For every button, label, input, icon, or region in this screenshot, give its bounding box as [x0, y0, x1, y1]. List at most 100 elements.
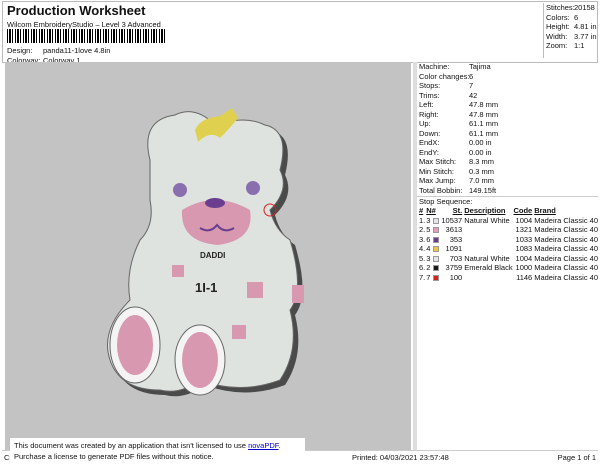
stop-num: 4.	[419, 244, 426, 253]
stop-sequence-table: # N# St. Description Code Brand 1. 3 105…	[419, 206, 598, 282]
needle: 2	[426, 263, 431, 272]
info-value: 6	[469, 71, 474, 81]
info-value: 47.8 mm	[469, 100, 499, 109]
code: 1146	[516, 272, 533, 282]
info-row: Left: 47.8 mm	[417, 100, 598, 110]
needle-cell: 4	[426, 244, 440, 254]
info-row: Max Jump: 7.0 mm	[417, 176, 598, 186]
info-value: 0.3 mm	[469, 166, 495, 176]
software-name: Wilcom EmbroideryStudio – Level 3 Advanc…	[7, 20, 161, 29]
info-row: Max Stitch: 8.3 mm	[417, 157, 598, 167]
info-value: 8.3 mm	[469, 157, 495, 166]
table-row: 7. 7 100 1146 Madeira Classic 40	[419, 273, 598, 283]
color-swatch	[432, 274, 439, 281]
svg-text:DADDI: DADDI	[200, 251, 225, 260]
code: 1004	[515, 253, 533, 263]
description: Natural White	[464, 253, 510, 263]
stitches: 1091	[445, 244, 463, 253]
barcode	[7, 29, 167, 43]
description: Emerald Black	[464, 263, 513, 272]
worksheet-header: Production Worksheet Wilcom EmbroiderySt…	[2, 1, 600, 65]
info-row: EndY: 0.00 in	[417, 148, 598, 158]
stop-num: 3.	[419, 234, 426, 244]
code: 1321	[515, 225, 533, 234]
table-row: 2. 5 3613 1321 Madeira Classic 40	[419, 225, 598, 235]
page-title: Production Worksheet	[7, 3, 146, 18]
info-value: 7	[469, 81, 474, 90]
design-label: Design:	[7, 46, 33, 55]
description: Natural White	[464, 215, 510, 225]
brand: Madeira Classic 40	[534, 253, 598, 263]
color-swatch	[432, 227, 439, 234]
stitches: 3759	[445, 263, 463, 272]
brand: Madeira Classic 40	[534, 225, 598, 234]
needle: 7	[426, 272, 431, 282]
needle: 4	[426, 244, 431, 253]
printed-date: Printed: 04/03/2021 23:57:48	[352, 453, 449, 462]
info-row: Height: 4.81 in	[544, 22, 600, 32]
needle: 3	[426, 253, 431, 263]
table-row: 3. 6 353 1033 Madeira Classic 40	[419, 235, 598, 245]
info-label: Machine:	[419, 62, 450, 71]
teddy-bear-embroidery: DADDI 1I-1	[107, 108, 304, 397]
page-number: Page 1 of 1	[557, 453, 596, 462]
color-swatch	[432, 236, 439, 243]
info-row: Min Stitch: 0.3 mm	[417, 167, 598, 177]
table-row: 6. 2 3759 Emerald Black 1000 Madeira Cla…	[419, 263, 598, 273]
info-label: EndX:	[419, 138, 440, 147]
stop-num: 7.	[419, 272, 426, 282]
info-row: Up: 61.1 mm	[417, 119, 598, 129]
code: 1083	[515, 244, 533, 253]
table-row: 4. 4 1091 1083 Madeira Classic 40	[419, 244, 598, 254]
info-label: Right:	[419, 109, 439, 119]
needle-cell: 6	[426, 235, 440, 245]
info-row: EndX: 0.00 in	[417, 138, 598, 148]
info-row: Right: 47.8 mm	[417, 110, 598, 120]
table-row: 5. 3 703 Natural White 1004 Madeira Clas…	[419, 254, 598, 264]
info-value: 47.8 mm	[469, 109, 499, 119]
color-swatch	[432, 255, 439, 262]
description	[462, 235, 512, 245]
needle-cell: 5	[426, 225, 440, 235]
eye-left	[173, 183, 187, 197]
info-value: 61.1 mm	[469, 119, 499, 128]
svg-text:1I-1: 1I-1	[195, 280, 217, 295]
brand: Madeira Classic 40	[534, 215, 598, 225]
info-value: 20158	[574, 3, 595, 12]
design-row: Design: panda11-1love 4.8in	[7, 46, 110, 55]
info-row: Zoom: 1:1	[544, 41, 600, 51]
stats-box: Stitches:20158 Colors: 6 Height: 4.81 in Widt…	[543, 3, 600, 58]
brand: Madeira Classic 40	[534, 244, 598, 253]
notice-text-2: Purchase a license to generate PDF files…	[14, 452, 214, 461]
design-value: panda11-1love 4.8in	[43, 46, 111, 55]
needle-cell: 3	[426, 254, 440, 264]
novapdf-link[interactable]: novaPDF	[248, 441, 278, 450]
stitches: 100	[449, 272, 463, 282]
col-code: Code	[513, 206, 533, 215]
info-row: Total Bobbin: 149.15ft	[417, 186, 598, 196]
info-row: Stops: 7	[417, 81, 598, 91]
info-row: Down: 61.1 mm	[417, 129, 598, 139]
color-swatch	[432, 265, 439, 272]
info-value: 7.0 mm	[469, 176, 495, 185]
info-label: Trims:	[419, 90, 440, 100]
info-label: Zoom:	[546, 41, 568, 50]
info-value: 61.1 mm	[469, 128, 499, 138]
description	[462, 244, 512, 254]
code: 1033	[515, 234, 533, 244]
needle: 5	[426, 225, 431, 234]
machine-info: Machine: Tajima Color changes:6 Stops: 7 Trim…	[417, 62, 598, 195]
info-value: 4.81 in	[574, 22, 597, 31]
stitches: 10537	[441, 215, 463, 225]
info-value: 0.00 in	[469, 147, 492, 157]
needle-cell: 7	[426, 273, 440, 283]
code: 1004	[515, 215, 533, 225]
info-label: Width:	[546, 31, 568, 41]
info-value: 1:1	[574, 41, 585, 50]
info-row: Machine: Tajima	[417, 62, 598, 72]
needle-cell: 3	[426, 216, 440, 226]
stop-num: 6.	[419, 263, 426, 272]
stitches: 703	[449, 253, 463, 263]
design-preview: DADDI 1I-1	[5, 62, 411, 450]
notice-text: This document was created by an applicat…	[14, 441, 249, 450]
